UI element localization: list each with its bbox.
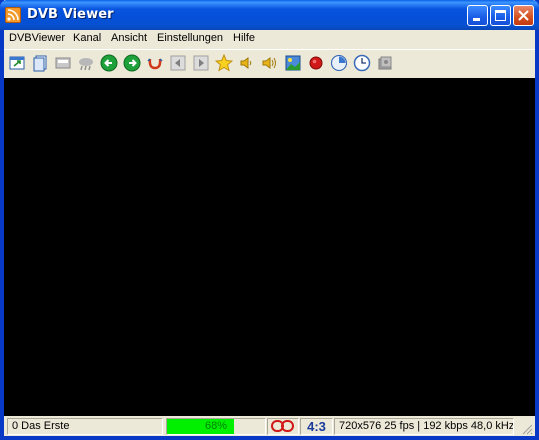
minimize-button[interactable]	[467, 5, 488, 26]
weather-icon[interactable]	[77, 54, 95, 72]
timeshift-icon[interactable]	[146, 54, 164, 72]
menu-kanal[interactable]: Kanal	[73, 32, 101, 44]
stream-info-panel: 720x576 25 fps | 192 kbps 48,0 kHz	[334, 418, 514, 435]
toolbar-toggle-icon[interactable]	[54, 54, 72, 72]
menu-ansicht[interactable]: Ansicht	[111, 32, 147, 44]
maximize-icon	[495, 10, 506, 21]
title-bar[interactable]: DVB Viewer	[0, 0, 539, 30]
epg-icon[interactable]	[330, 54, 348, 72]
resize-grip[interactable]	[521, 423, 533, 435]
fullscreen-icon[interactable]	[8, 54, 26, 72]
close-icon	[518, 10, 529, 21]
picture-icon[interactable]	[284, 54, 302, 72]
volume-down-icon[interactable]	[238, 54, 256, 72]
maximize-button[interactable]	[490, 5, 511, 26]
resize-grip-icon	[522, 424, 533, 435]
favorites-star-icon[interactable]	[215, 54, 233, 72]
status-bar: 0 Das Erste 68% 4:3 720x576 25 fps | 192…	[4, 417, 535, 436]
record-icon[interactable]	[307, 54, 325, 72]
signal-strength-label: 68%	[204, 420, 227, 432]
video-display[interactable]	[4, 78, 535, 416]
menu-dvbviewer[interactable]: DVBViewer	[9, 32, 65, 44]
dolby-icon	[271, 420, 294, 432]
menu-einstellungen[interactable]: Einstellungen	[157, 32, 223, 44]
stream-info: 720x576 25 fps | 192 kbps 48,0 kHz	[339, 420, 514, 432]
forward-arrow-icon[interactable]	[123, 54, 141, 72]
volume-up-icon[interactable]	[261, 54, 279, 72]
next-icon[interactable]	[192, 54, 210, 72]
previous-icon[interactable]	[169, 54, 187, 72]
channel-panel: 0 Das Erste	[7, 418, 163, 435]
aspect-ratio-panel[interactable]: 4:3	[300, 418, 333, 435]
menu-bar: DVBViewer Kanal Ansicht Einstellungen Hi…	[4, 30, 535, 48]
aspect-ratio: 4:3	[307, 419, 326, 434]
toolbar	[4, 49, 535, 77]
app-window: DVB Viewer DVBViewer Kanal Ansicht Einst…	[0, 0, 539, 440]
minimize-icon	[473, 18, 480, 21]
close-button[interactable]	[513, 5, 534, 26]
copy-window-icon[interactable]	[31, 54, 49, 72]
audio-panel	[267, 418, 299, 435]
window-title: DVB Viewer	[27, 7, 114, 22]
recordings-icon[interactable]	[376, 54, 394, 72]
timer-clock-icon[interactable]	[353, 54, 371, 72]
menu-hilfe[interactable]: Hilfe	[233, 32, 255, 44]
back-arrow-icon[interactable]	[100, 54, 118, 72]
dvb-app-icon[interactable]	[5, 7, 21, 23]
channel-name: 0 Das Erste	[12, 420, 70, 432]
